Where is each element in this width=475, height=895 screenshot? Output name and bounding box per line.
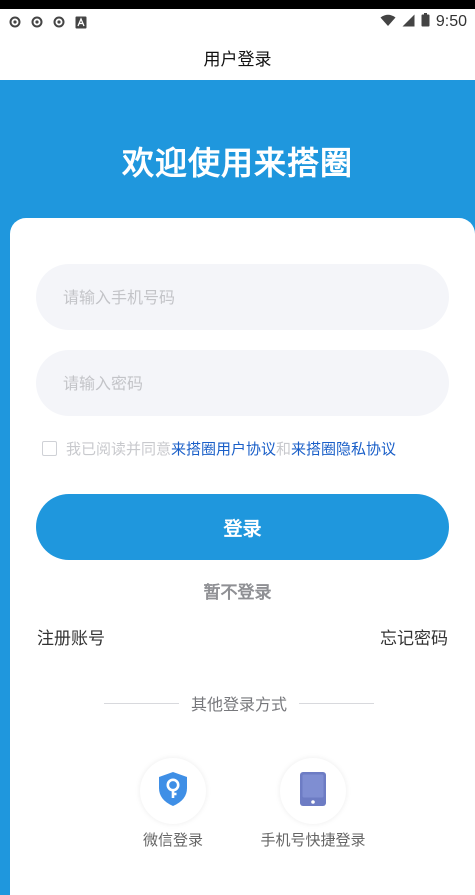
- phone-quick-login-option[interactable]: 手机号快捷登录: [248, 758, 378, 850]
- divider-line-right: [299, 702, 375, 704]
- a-icon: [74, 15, 88, 29]
- password-input[interactable]: [36, 350, 449, 416]
- privacy-agreement-link[interactable]: 来搭圈隐私协议: [291, 438, 396, 459]
- login-button[interactable]: 登录: [36, 494, 449, 560]
- notification-icon: [30, 15, 44, 29]
- agreement-prefix: 我已阅读并同意: [66, 440, 172, 458]
- divider-line-left: [104, 702, 179, 704]
- status-right: 9:50: [380, 13, 467, 31]
- page-title: 用户登录: [203, 50, 272, 70]
- wifi-icon: [380, 13, 396, 31]
- phone-quick-login-label: 手机号快捷登录: [260, 831, 366, 849]
- notification-icon: [8, 15, 22, 29]
- agreement-and: 和: [276, 440, 292, 458]
- skip-login-button[interactable]: 暂不登录: [0, 578, 475, 603]
- phone-input[interactable]: [36, 264, 449, 330]
- register-link[interactable]: 注册账号: [37, 624, 105, 649]
- status-bar: 9:50: [0, 9, 475, 35]
- status-time: 9:50: [435, 13, 467, 30]
- wechat-login-circle[interactable]: [140, 758, 206, 824]
- status-bar-top: [0, 0, 475, 9]
- agree-checkbox[interactable]: [42, 441, 57, 456]
- status-left: [8, 15, 88, 29]
- user-agreement-link[interactable]: 来搭圈用户协议: [171, 438, 276, 459]
- battery-icon: [421, 13, 430, 31]
- other-login-divider: 其他登录方式: [104, 691, 375, 715]
- wechat-login-label: 微信登录: [142, 831, 203, 849]
- other-login-title: 其他登录方式: [191, 695, 288, 714]
- phone-icon: [300, 772, 326, 810]
- agreement-row: 我已阅读并同意 来搭圈用户协议 和 来搭圈隐私协议: [42, 438, 396, 459]
- forgot-password-link[interactable]: 忘记密码: [380, 624, 448, 649]
- welcome-heading: 欢迎使用来搭圈: [121, 144, 353, 182]
- phone-quick-login-circle[interactable]: [280, 758, 346, 824]
- notification-icon: [52, 15, 66, 29]
- title-bar: 用户登录: [0, 35, 475, 80]
- signal-icon: [402, 13, 415, 31]
- shield-key-icon: [157, 771, 189, 811]
- wechat-login-option[interactable]: 微信登录: [108, 758, 238, 850]
